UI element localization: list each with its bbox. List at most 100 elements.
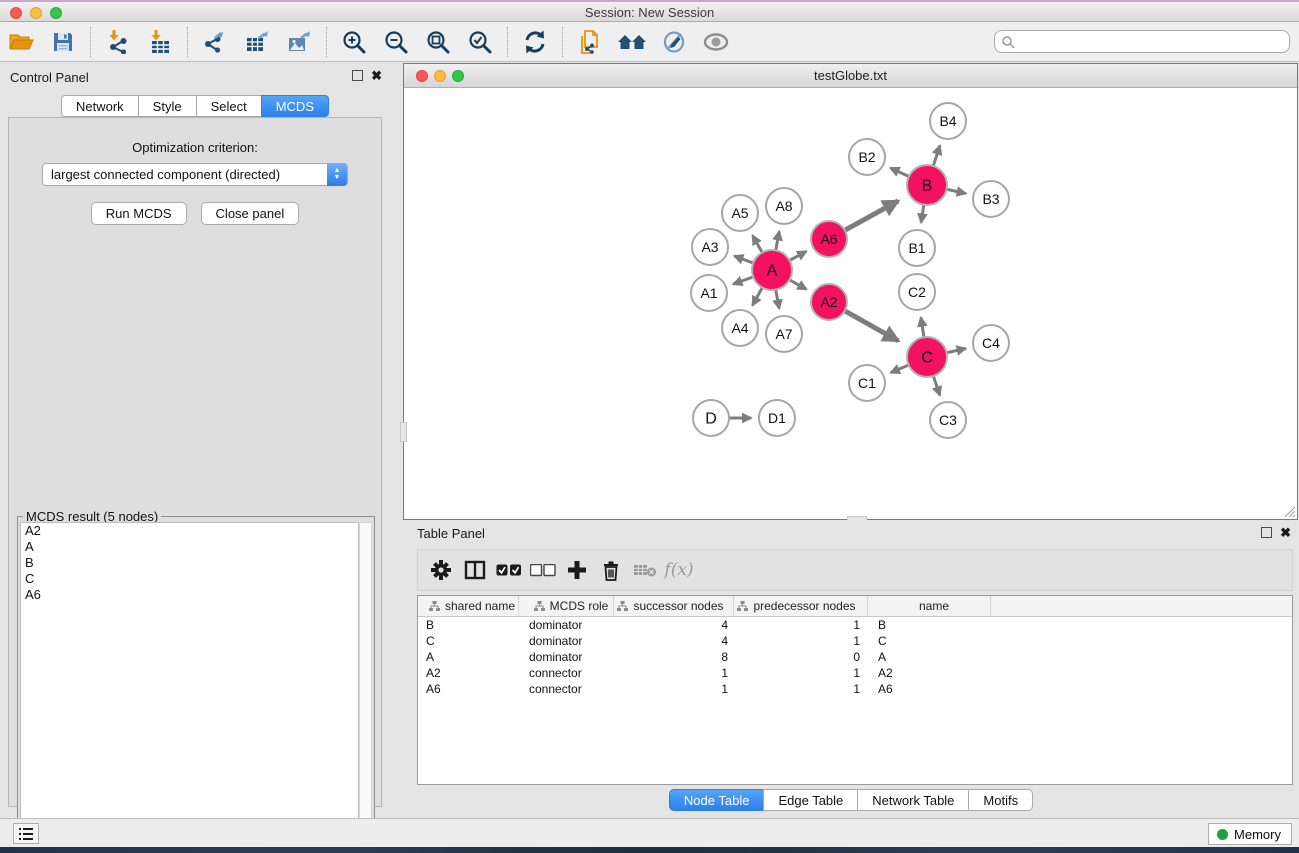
- zoom-selected-icon[interactable]: [465, 27, 495, 57]
- close-panel-button[interactable]: Close panel: [201, 202, 300, 225]
- table-cell: C: [418, 633, 519, 649]
- close-panel-icon[interactable]: ✖: [371, 70, 382, 81]
- tab-style[interactable]: Style: [138, 95, 196, 117]
- graph-node-label: A4: [731, 320, 748, 336]
- show-graphics-eye-icon[interactable]: [701, 27, 731, 57]
- delete-columns-trash-icon[interactable]: [594, 555, 628, 585]
- mcds-result-item[interactable]: A6: [21, 587, 358, 603]
- graph-edge-C-C2[interactable]: [921, 318, 924, 338]
- graph-node-label: C2: [908, 284, 926, 300]
- graph-edge-A2-C[interactable]: [845, 311, 899, 341]
- graph-edge-C-C1[interactable]: [891, 365, 909, 373]
- graph-edge-A-A1[interactable]: [733, 277, 753, 284]
- resize-grip-icon[interactable]: [1282, 504, 1296, 518]
- graph-edge-B-B1[interactable]: [921, 205, 924, 223]
- toolbar-separator: [507, 27, 508, 57]
- tab-mcds[interactable]: MCDS: [261, 95, 329, 117]
- table-row[interactable]: Bdominator41B: [418, 617, 1292, 633]
- table-row[interactable]: A6connector11A6: [418, 681, 1292, 697]
- tab-edge-table[interactable]: Edge Table: [763, 789, 857, 811]
- table-options-gear-icon[interactable]: [424, 555, 458, 585]
- hide-annotations-icon[interactable]: [659, 27, 689, 57]
- tab-network-table[interactable]: Network Table: [857, 789, 968, 811]
- mcds-result-item[interactable]: A2: [21, 523, 358, 539]
- save-session-icon[interactable]: [48, 27, 78, 57]
- dropdown-selected-value: largest connected component (directed): [51, 167, 280, 182]
- result-scrollbar[interactable]: [359, 522, 372, 853]
- zoom-in-icon[interactable]: [339, 27, 369, 57]
- mcds-result-item[interactable]: C: [21, 571, 358, 587]
- graph-edge-A-A8[interactable]: [776, 231, 780, 250]
- graph-edge-C-C4[interactable]: [947, 349, 966, 353]
- network-canvas[interactable]: B4B2BB3B1A5A8A6A3AA1A2A4A7C2CC4C1C3DD1: [404, 89, 1297, 519]
- memory-status-icon: [1217, 829, 1228, 840]
- table-close-panel-icon[interactable]: ✖: [1280, 527, 1291, 538]
- run-mcds-button[interactable]: Run MCDS: [91, 202, 187, 225]
- memory-button[interactable]: Memory: [1208, 823, 1292, 845]
- table-cell: connector: [519, 681, 614, 697]
- delete-table-icon[interactable]: [628, 555, 662, 585]
- graph-node-label: A6: [820, 231, 837, 247]
- graph-edge-A6-B[interactable]: [845, 201, 898, 230]
- tab-motifs[interactable]: Motifs: [968, 789, 1033, 811]
- table-float-panel-icon[interactable]: [1261, 527, 1272, 538]
- search-field[interactable]: [994, 30, 1290, 53]
- split-divider-gripper[interactable]: [400, 422, 407, 442]
- deselect-all-checkboxes-icon[interactable]: [526, 555, 560, 585]
- select-all-checkboxes-icon[interactable]: [492, 555, 526, 585]
- refresh-view-icon[interactable]: [520, 27, 550, 57]
- graph-node-label: B3: [982, 191, 999, 207]
- export-image-icon[interactable]: [284, 27, 314, 57]
- zoom-fit-icon[interactable]: [423, 27, 453, 57]
- tab-node-table[interactable]: Node Table: [669, 789, 764, 811]
- show-task-history-button[interactable]: [13, 823, 39, 844]
- home-pages-icon[interactable]: [617, 27, 647, 57]
- import-network-icon[interactable]: [103, 27, 133, 57]
- graph-edge-A-A4[interactable]: [752, 288, 762, 306]
- mcds-result-item[interactable]: A: [21, 539, 358, 555]
- tab-network[interactable]: Network: [61, 95, 138, 117]
- table-cell: A: [418, 649, 519, 665]
- table-row[interactable]: A2connector11A2: [418, 665, 1292, 681]
- export-table-icon[interactable]: [242, 27, 272, 57]
- graph-edge-B-B2[interactable]: [890, 168, 908, 177]
- table-cell: A: [868, 649, 991, 665]
- graph-edge-A-A7[interactable]: [776, 290, 780, 309]
- graph-node-label: C3: [939, 412, 957, 428]
- optimization-criterion-select[interactable]: largest connected component (directed) ▲…: [42, 163, 348, 186]
- import-table-icon[interactable]: [145, 27, 175, 57]
- graph-node-label: A8: [775, 198, 792, 214]
- column-header-successor-nodes[interactable]: successor nodes: [614, 596, 734, 616]
- table-cell: connector: [519, 665, 614, 681]
- float-panel-icon[interactable]: [352, 70, 363, 81]
- show-columns-icon[interactable]: [458, 555, 492, 585]
- mcds-result-item[interactable]: B: [21, 555, 358, 571]
- column-header-mcds-role[interactable]: MCDS role: [519, 596, 614, 616]
- column-header-name[interactable]: name: [868, 596, 991, 616]
- graph-edge-A-A2[interactable]: [789, 280, 806, 290]
- graph-edge-A-A6[interactable]: [790, 251, 807, 260]
- graph-node-label: A1: [700, 285, 717, 301]
- graph-edge-B-B3[interactable]: [947, 189, 966, 193]
- table-row[interactable]: Adominator80A: [418, 649, 1292, 665]
- column-header-predecessor-nodes[interactable]: predecessor nodes: [734, 596, 868, 616]
- main-toolbar: [0, 22, 1299, 62]
- control-panel-tabs: Network Style Select MCDS: [0, 95, 390, 117]
- graph-edge-B-B4[interactable]: [933, 146, 940, 166]
- search-input[interactable]: [1015, 33, 1289, 51]
- clone-network-icon[interactable]: [575, 27, 605, 57]
- column-header-shared-name[interactable]: shared name: [418, 596, 519, 616]
- export-network-icon[interactable]: [200, 27, 230, 57]
- graph-edge-A-A3[interactable]: [734, 256, 753, 263]
- function-builder-icon[interactable]: f(x): [662, 555, 696, 585]
- graph-edge-A-A5[interactable]: [753, 235, 763, 252]
- open-session-icon[interactable]: [6, 27, 36, 57]
- table-cell: 0: [734, 649, 868, 665]
- zoom-out-icon[interactable]: [381, 27, 411, 57]
- graph-node-label: B1: [908, 240, 925, 256]
- tab-select[interactable]: Select: [196, 95, 261, 117]
- network-window-titlebar[interactable]: testGlobe.txt: [404, 64, 1297, 88]
- table-row[interactable]: Cdominator41C: [418, 633, 1292, 649]
- graph-edge-C-C3[interactable]: [933, 376, 940, 396]
- add-column-icon[interactable]: [560, 555, 594, 585]
